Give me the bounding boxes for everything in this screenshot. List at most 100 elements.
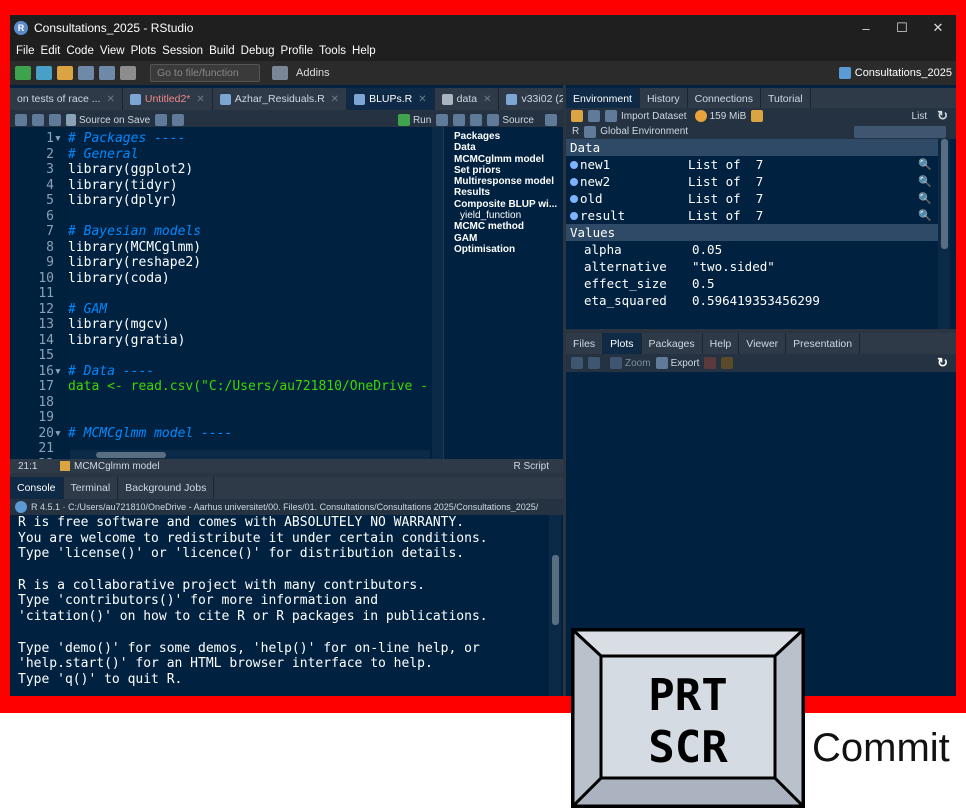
refresh-icon[interactable]: ↻ [937,108,948,124]
filetype-selector[interactable]: R Script [513,461,549,472]
expand-object-icon[interactable] [570,178,578,186]
expand-object-icon[interactable] [570,161,578,169]
save-all-icon[interactable] [99,66,115,80]
editor-tab[interactable]: v33i02 (2).R✕ [499,88,563,110]
fold-marker[interactable]: ▾ [54,131,68,147]
environment-row[interactable]: new2 List of 7 🔍 [566,173,938,190]
expand-object-icon[interactable] [570,212,578,220]
source-on-save-label[interactable]: Source on Save [79,115,150,126]
view-data-icon[interactable]: 🔍 [918,207,932,224]
close-tab-icon[interactable]: ✕ [483,94,491,105]
save-icon[interactable] [78,66,94,80]
new-project-icon[interactable] [36,66,52,80]
environment-row[interactable]: result List of 7 🔍 [566,207,938,224]
outline-item[interactable]: GAM [454,233,563,244]
close-tab-icon[interactable]: ✕ [418,94,426,105]
outline-item[interactable]: Results [454,187,563,198]
save-icon[interactable] [49,114,61,126]
import-dataset-button[interactable]: Import Dataset [621,111,687,122]
tab-connections[interactable]: Connections [688,88,761,110]
rerun-icon[interactable] [436,114,449,126]
tab-console[interactable]: Console [10,477,64,499]
open-file-icon[interactable] [57,66,73,80]
code-line[interactable]: 6 [10,209,432,225]
code-line[interactable]: 5 library(dplyr) [10,193,432,209]
environment-row[interactable]: alternative "two.sided" [566,258,938,275]
menu-edit[interactable]: Edit [41,45,61,57]
console-output[interactable]: R is free software and comes with ABSOLU… [10,515,563,696]
code-line[interactable]: 14 library(gratia) [10,333,432,349]
project-menu[interactable]: Consultations_2025 [838,61,952,85]
environment-row[interactable]: alpha 0.05 [566,241,938,258]
zoom-button[interactable]: Zoom [625,358,651,369]
export-icon[interactable] [655,357,668,369]
menu-build[interactable]: Build [209,45,235,57]
fold-marker[interactable]: ▾ [54,426,68,442]
environment-row[interactable]: new1 List of 7 🔍 [566,156,938,173]
scrollbar-thumb[interactable] [552,555,559,625]
environment-scrollbar[interactable] [938,139,950,329]
code-line[interactable]: 10 library(coda) [10,271,432,287]
tab-packages[interactable]: Packages [642,333,703,355]
outline-item[interactable]: MCMCglmm model [454,154,563,165]
editor-vscrollbar[interactable] [432,127,443,459]
expand-object-icon[interactable] [570,195,578,203]
source-button[interactable]: Source [502,115,534,126]
code-line[interactable]: 2 # General [10,147,432,163]
menu-plots[interactable]: Plots [131,45,157,57]
tab-help[interactable]: Help [703,333,740,355]
save-workspace-icon[interactable] [588,110,600,122]
editor-tab-active[interactable]: BLUPs.R ✕ [347,88,435,110]
down-arrow-icon[interactable] [470,114,483,126]
tab-plots[interactable]: Plots [603,333,642,355]
minimize-button[interactable]: – [848,15,884,41]
tab-files[interactable]: Files [566,333,604,355]
view-mode-list[interactable]: List [912,111,928,122]
editor-tab[interactable]: Untitled2* ✕ [123,88,213,110]
run-button[interactable]: Run [413,115,431,126]
menu-profile[interactable]: Profile [281,45,314,57]
menu-help[interactable]: Help [352,45,376,57]
grid-icon[interactable] [272,66,288,80]
outline-item[interactable]: Optimisation [454,244,563,255]
tab-terminal[interactable]: Terminal [64,477,119,499]
outline-item[interactable]: Packages [454,131,563,142]
print-icon[interactable] [120,66,136,80]
goto-file-input[interactable]: Go to file/function [150,64,260,82]
scrollbar-thumb[interactable] [96,452,166,458]
tab-viewer[interactable]: Viewer [739,333,787,355]
code-line[interactable]: 4 library(tidyr) [10,178,432,194]
editor-tab[interactable]: data ✕ [435,88,500,110]
code-line[interactable]: 19 [10,410,432,426]
environment-row[interactable]: old List of 7 🔍 [566,190,938,207]
code-line[interactable]: 12 # GAM [10,302,432,318]
show-in-window-icon[interactable] [32,114,44,126]
back-arrow-icon[interactable] [15,114,27,126]
editor-hscrollbar[interactable] [70,450,430,459]
code-line[interactable]: 7 # Bayesian models [10,224,432,240]
export-menu[interactable]: Export [671,358,700,369]
tab-environment[interactable]: Environment [566,88,640,110]
code-line[interactable]: 9 library(reshape2) [10,255,432,271]
code-line[interactable]: 11 [10,286,432,302]
outline-item[interactable]: yield_function [454,210,563,221]
scope-selector[interactable]: MCMCglmm model [74,461,160,472]
environment-row[interactable]: eta_squared 0.596419353456299 [566,292,938,309]
code-line[interactable]: 1▾ # Packages ---- [10,131,432,147]
environment-search-input[interactable] [854,125,946,138]
fold-marker[interactable]: ▾ [54,364,68,380]
menu-tools[interactable]: Tools [319,45,346,57]
outline-item[interactable]: Set priors [454,165,563,176]
up-arrow-icon[interactable] [453,114,466,126]
code-line[interactable]: 15 [10,348,432,364]
tab-presentation[interactable]: Presentation [786,333,861,355]
previous-plot-icon[interactable] [571,357,583,369]
code-line[interactable]: 3 library(ggplot2) [10,162,432,178]
outline-item[interactable]: Multiresponse model [454,176,563,187]
outline-item[interactable]: Data [454,142,563,153]
environment-selector[interactable]: Global Environment [600,126,688,137]
tab-tutorial[interactable]: Tutorial [761,88,811,110]
source-icon[interactable] [487,114,500,126]
language-selector[interactable]: R [572,126,579,137]
new-file-icon[interactable] [15,66,31,80]
